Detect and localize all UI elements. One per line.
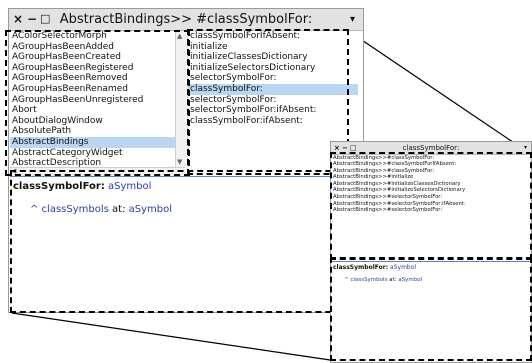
highlight-class-list [5, 30, 190, 176]
window-titlebar[interactable]: × − □ AbstractBindings>> #classSymbolFor… [9, 9, 363, 31]
highlight-code-pane [10, 170, 351, 313]
zoom-highlight-list [330, 152, 532, 260]
zoom-highlight-code [330, 257, 532, 361]
window-title: AbstractBindings>> #classSymbolFor: [59, 12, 313, 27]
highlight-method-list [187, 29, 349, 175]
window-menu-icon[interactable]: ▾ [350, 9, 355, 30]
